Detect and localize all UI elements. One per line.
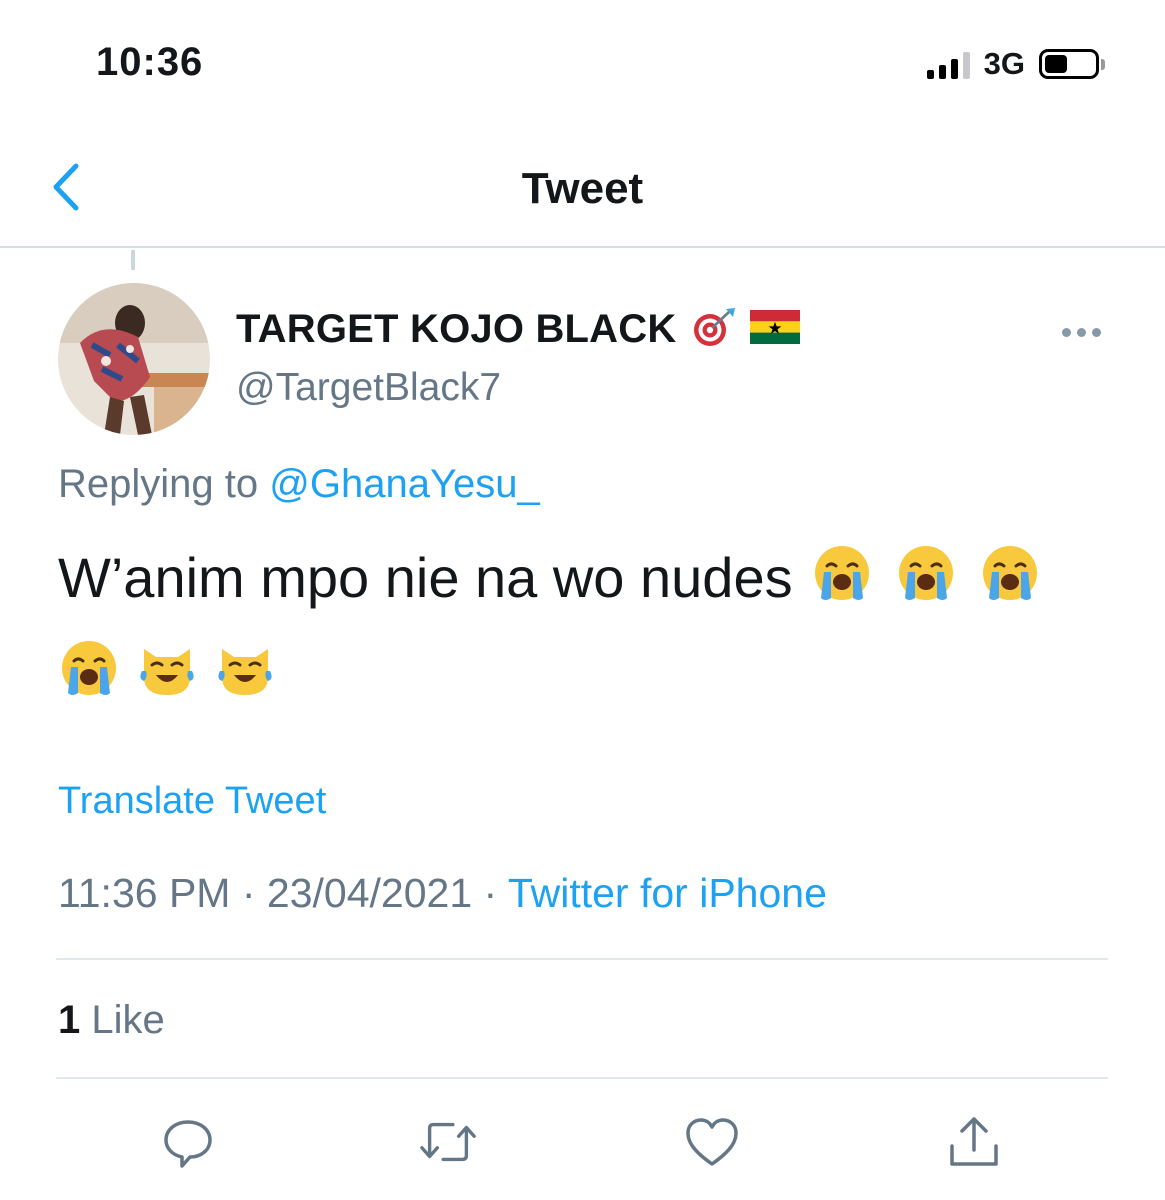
loudly-crying-face-icon (58, 637, 120, 718)
divider (56, 958, 1108, 960)
ellipsis-icon[interactable] (1062, 328, 1101, 337)
tweet-text: W’anim mpo nie na wo nudes (58, 546, 793, 609)
author-handle[interactable]: @TargetBlack7 (236, 366, 501, 410)
cat-tears-of-joy-icon (214, 637, 276, 718)
emoji-group-2 (58, 637, 1118, 718)
share-icon[interactable] (944, 1112, 1004, 1172)
tweet-date: 23/04/2021 (266, 870, 473, 916)
action-bar (0, 1112, 1165, 1176)
battery-icon (1039, 49, 1105, 79)
network-type: 3G (983, 46, 1025, 81)
page-title: Tweet (521, 164, 644, 213)
status-indicators: 3G (926, 46, 1105, 82)
likes-count[interactable]: 1 Like (58, 998, 165, 1043)
loudly-crying-face-icon (811, 542, 873, 623)
author-name[interactable]: TARGET KOJO BLACK (236, 307, 676, 352)
replying-prefix: Replying to (58, 462, 259, 506)
divider (56, 1077, 1108, 1079)
status-time: 10:36 (96, 40, 204, 84)
comment-icon[interactable] (158, 1112, 218, 1172)
emoji-group (811, 542, 1041, 623)
tweet-time: 11:36 PM (58, 870, 231, 916)
signal-icon (926, 49, 970, 79)
tweet-meta: 11:36 PM · 23/04/2021 · Twitter for iPho… (58, 870, 827, 917)
author-row[interactable]: TARGET KOJO BLACK (236, 306, 801, 353)
reply-mention-link[interactable]: @GhanaYesu_ (269, 462, 539, 506)
retweet-icon[interactable] (418, 1112, 478, 1172)
loudly-crying-face-icon (979, 542, 1041, 623)
loudly-crying-face-icon (895, 542, 957, 623)
tweet-body: W’anim mpo nie na wo nudes (58, 540, 1118, 717)
meta-separator: · (241, 870, 256, 916)
nav-bar: Tweet (0, 126, 1165, 248)
cat-tears-of-joy-icon (136, 637, 198, 718)
replying-to: Replying to @GhanaYesu_ (58, 462, 540, 507)
tweet-source-link[interactable]: Twitter for iPhone (508, 870, 827, 916)
like-count: 1 (58, 998, 81, 1042)
thread-line (131, 250, 135, 270)
translate-link[interactable]: Translate Tweet (58, 780, 326, 823)
like-label: Like (91, 998, 165, 1042)
avatar[interactable] (58, 283, 210, 435)
heart-icon[interactable] (682, 1112, 742, 1172)
meta-separator: · (483, 870, 498, 916)
tweet-screen: 10:36 3G Tweet TARGET KOJO BLACK @Target… (0, 0, 1165, 1200)
ghana-flag-icon (750, 310, 801, 349)
target-emoji-icon (690, 306, 736, 353)
